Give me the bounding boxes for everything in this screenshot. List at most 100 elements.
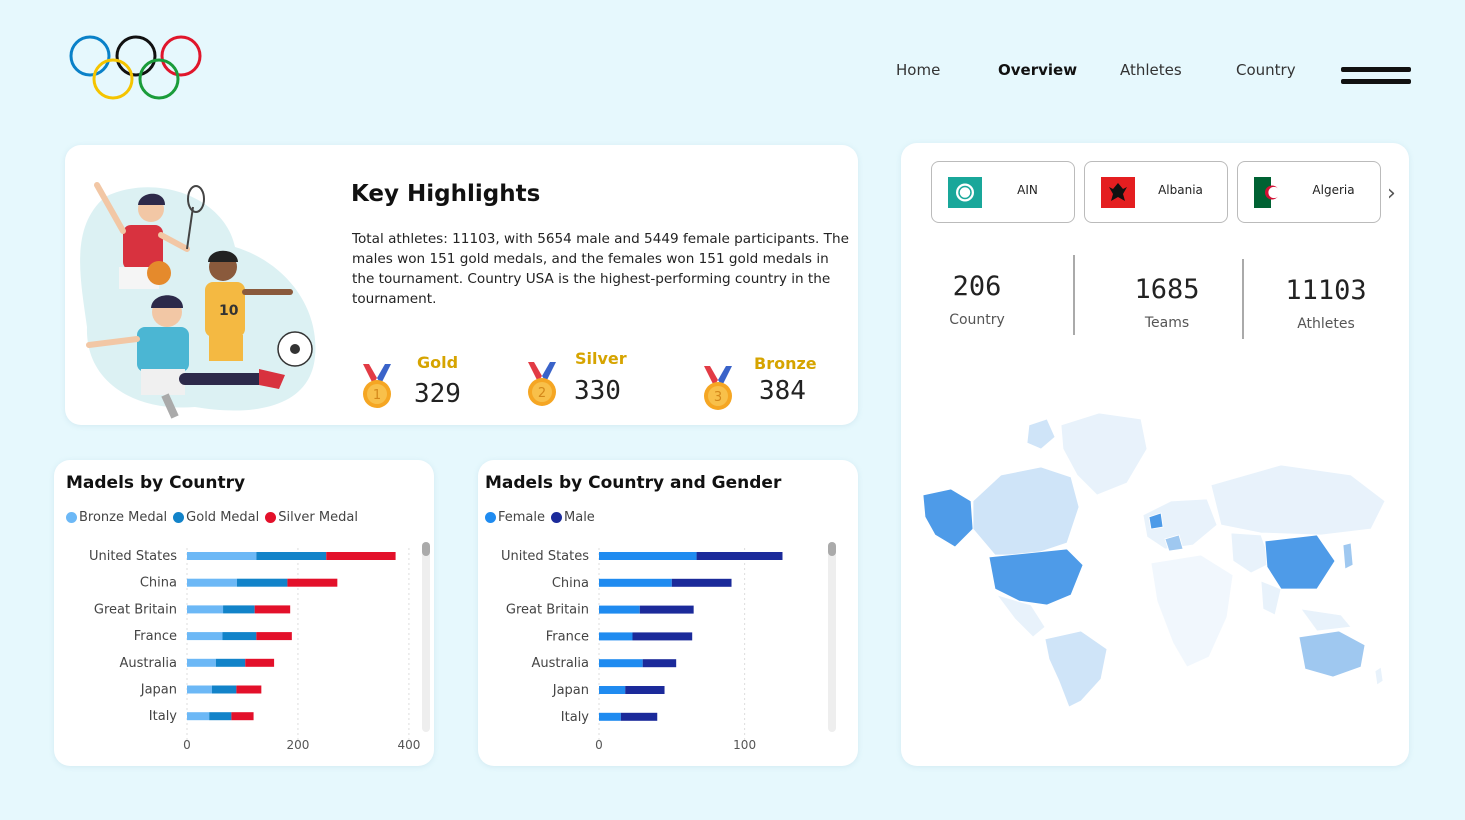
scrollbar-thumb[interactable] bbox=[828, 542, 836, 556]
silver-medal-icon: 2 bbox=[528, 362, 556, 406]
bar-segment[interactable] bbox=[632, 632, 693, 641]
bar-segment[interactable] bbox=[209, 712, 232, 721]
nav-athletes[interactable]: Athletes bbox=[1120, 61, 1182, 79]
y-category-label: United States bbox=[501, 549, 589, 564]
bar-segment[interactable] bbox=[187, 685, 212, 694]
map-region-africa bbox=[1150, 554, 1234, 668]
y-category-label: United States bbox=[89, 549, 177, 564]
nav-home[interactable]: Home bbox=[896, 61, 940, 79]
bar-segment[interactable] bbox=[599, 605, 640, 614]
medals-by-country-chart[interactable]: 0 200 400 United States China Great Britain Fr… bbox=[54, 460, 434, 766]
bar-segment[interactable] bbox=[231, 712, 254, 721]
bar-segment[interactable] bbox=[599, 659, 643, 668]
stat-teams-label: Teams bbox=[1144, 315, 1190, 331]
bar-segment[interactable] bbox=[671, 578, 732, 587]
svg-text:1: 1 bbox=[373, 388, 381, 403]
bar-segment[interactable] bbox=[639, 605, 694, 614]
bar-segment[interactable] bbox=[222, 632, 257, 641]
bar-segment[interactable] bbox=[254, 605, 291, 614]
country-name: Albania bbox=[1158, 183, 1203, 197]
bar-segment[interactable] bbox=[236, 685, 262, 694]
chart-scrollbar[interactable] bbox=[422, 542, 430, 732]
silver-medal-label: Silver bbox=[575, 349, 627, 368]
country-button-ain[interactable]: AIN bbox=[931, 161, 1075, 223]
map-region-greenland bbox=[1060, 412, 1148, 496]
medals-by-country-gender-chart[interactable]: 0 100 United States China Great Britain Franc… bbox=[478, 460, 858, 766]
x-tick-label: 0 bbox=[183, 738, 191, 752]
stat-athletes-value: 11103 bbox=[1285, 275, 1367, 306]
map-region-china bbox=[1264, 534, 1336, 590]
bar-segment[interactable] bbox=[326, 552, 396, 560]
bar-segment[interactable] bbox=[215, 658, 246, 667]
key-highlights-card: 10 Key Highlights Total athletes: 11103,… bbox=[65, 145, 858, 425]
bar-segment[interactable] bbox=[599, 552, 697, 560]
map-region-indonesia bbox=[1300, 608, 1352, 632]
bar-segment[interactable] bbox=[245, 658, 275, 667]
map-region-arctic-island bbox=[1026, 418, 1056, 450]
map-region-middle-asia bbox=[1230, 532, 1272, 574]
scrollbar-thumb[interactable] bbox=[422, 542, 430, 556]
stat-divider bbox=[1242, 259, 1244, 339]
nav-overview[interactable]: Overview bbox=[998, 61, 1077, 79]
map-region-australia bbox=[1298, 630, 1366, 678]
gold-medal-label: Gold bbox=[417, 353, 459, 372]
stat-country-label: Country bbox=[949, 312, 1005, 328]
bar-segment[interactable] bbox=[187, 552, 257, 560]
y-category-label: Italy bbox=[149, 709, 178, 724]
country-name: AIN bbox=[1017, 183, 1038, 197]
chevron-right-icon[interactable]: › bbox=[1387, 181, 1396, 206]
x-tick-label: 400 bbox=[397, 738, 420, 752]
bar-segment[interactable] bbox=[620, 712, 658, 721]
hamburger-menu-icon[interactable] bbox=[1341, 65, 1411, 87]
svg-text:3: 3 bbox=[714, 390, 722, 405]
bar-segment[interactable] bbox=[187, 605, 224, 614]
y-category-label: China bbox=[552, 576, 589, 591]
bar-segment[interactable] bbox=[599, 686, 626, 694]
albania-flag-icon bbox=[1101, 177, 1135, 208]
svg-text:10: 10 bbox=[219, 303, 239, 319]
y-category-label: France bbox=[546, 629, 589, 644]
bar-segment[interactable] bbox=[625, 686, 665, 694]
bar-segment[interactable] bbox=[187, 632, 223, 641]
bar-segment[interactable] bbox=[223, 605, 255, 614]
chart-scrollbar[interactable] bbox=[828, 542, 836, 732]
highlights-summary: Total athletes: 11103, with 5654 male an… bbox=[352, 231, 849, 307]
nav-country[interactable]: Country bbox=[1236, 61, 1296, 79]
map-region-new-zealand bbox=[1374, 666, 1384, 686]
algeria-flag-icon bbox=[1254, 177, 1288, 208]
bar-segment[interactable] bbox=[599, 578, 672, 587]
y-category-label: Japan bbox=[140, 683, 177, 698]
y-category-label: Japan bbox=[552, 683, 589, 698]
y-category-label: Great Britain bbox=[94, 602, 177, 617]
bar-segment[interactable] bbox=[187, 712, 210, 721]
bar-segment[interactable] bbox=[236, 578, 288, 587]
country-button-algeria[interactable]: Algeria bbox=[1237, 161, 1381, 223]
map-region-japan bbox=[1342, 542, 1354, 570]
country-overview-card: AIN Albania Algeria › 206 Country 1685 T… bbox=[901, 143, 1409, 766]
map-region-india bbox=[1260, 580, 1282, 616]
y-category-label: Australia bbox=[531, 656, 589, 671]
svg-text:2: 2 bbox=[538, 386, 546, 401]
bar-segment[interactable] bbox=[696, 552, 783, 560]
bar-segment[interactable] bbox=[256, 632, 292, 641]
bar-segment[interactable] bbox=[211, 685, 237, 694]
bar-segment[interactable] bbox=[599, 632, 633, 641]
y-category-label: Italy bbox=[561, 710, 590, 725]
bar-segment[interactable] bbox=[187, 658, 216, 667]
world-map[interactable] bbox=[921, 405, 1391, 710]
map-region-russia bbox=[1210, 464, 1386, 536]
bronze-medal-label: Bronze bbox=[754, 354, 817, 373]
bar-segment[interactable] bbox=[599, 712, 621, 721]
y-category-label: France bbox=[134, 629, 177, 644]
bar-segment[interactable] bbox=[187, 578, 237, 587]
gold-medal-count: 329 bbox=[414, 379, 461, 409]
country-button-albania[interactable]: Albania bbox=[1084, 161, 1228, 223]
country-name: Algeria bbox=[1312, 183, 1355, 197]
bar-segment[interactable] bbox=[256, 552, 327, 560]
highlights-title: Key Highlights bbox=[351, 181, 541, 207]
x-tick-label: 200 bbox=[286, 738, 309, 752]
bronze-medal-icon: 3 bbox=[704, 366, 732, 410]
bar-segment[interactable] bbox=[287, 578, 338, 587]
bar-segment[interactable] bbox=[642, 659, 677, 668]
y-category-label: Australia bbox=[119, 656, 177, 671]
